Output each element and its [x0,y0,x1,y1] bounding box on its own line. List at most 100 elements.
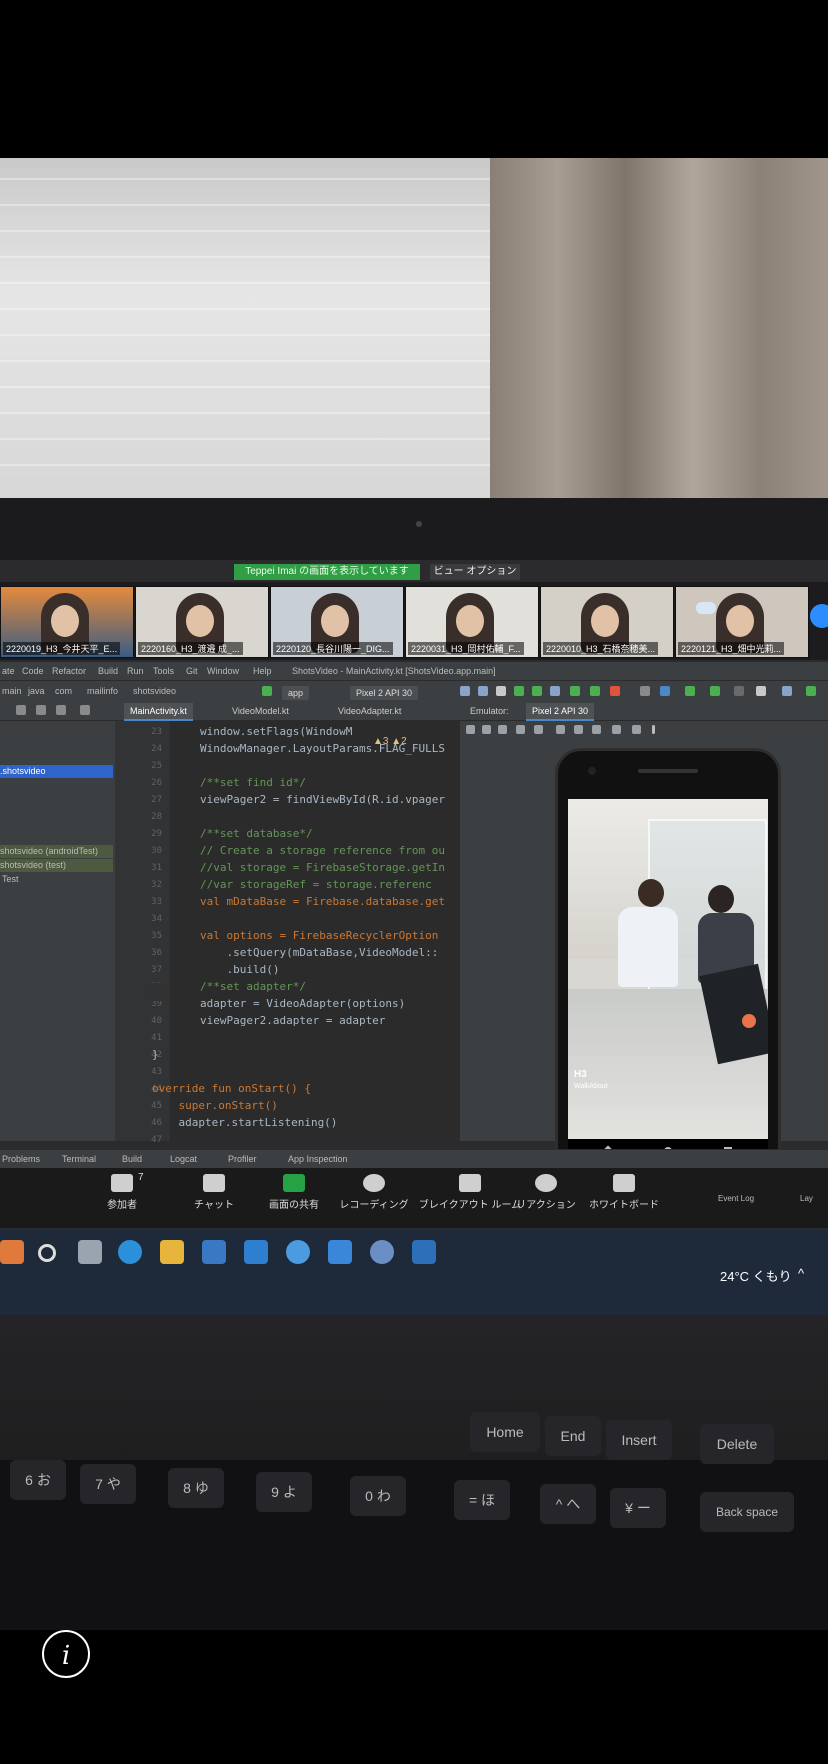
like-icon[interactable] [742,1014,756,1028]
zoom-app-icon[interactable] [328,1240,352,1264]
run-icon[interactable] [514,686,524,696]
overview-icon[interactable] [592,725,601,734]
participant-video-tile[interactable]: 2220160_H3_渡邉 成_... [135,586,269,658]
make-icon[interactable] [262,686,272,696]
layout-inspector-link[interactable]: Lay [800,1194,813,1203]
snapshot-icon[interactable] [632,725,641,734]
menu-item[interactable]: Window [207,666,239,676]
chrome-icon[interactable] [286,1240,310,1264]
gradle-icon[interactable] [590,686,600,696]
participant-video-tile[interactable]: 2220031_H3_岡村佑輔_F... [405,586,539,658]
video-strip: 2220019_H3_今井天平_E... 2220160_H3_渡邉 成_... 2… [0,582,828,660]
rotate-left-icon[interactable] [516,725,525,734]
debug-icon[interactable] [478,686,488,696]
update-icon[interactable] [660,686,670,696]
volume-down-icon[interactable] [498,725,507,734]
breadcrumb[interactable]: com [55,686,72,696]
build-tab[interactable]: Build [122,1154,142,1164]
push-icon[interactable] [710,686,720,696]
profile-icon[interactable] [550,686,560,696]
warning-counter[interactable]: ▲3 ▲2 [373,736,407,747]
android-studio-icon[interactable] [370,1240,394,1264]
refresh-icon[interactable] [460,686,470,696]
reactions-button[interactable]: リアクション [504,1174,588,1211]
weather-text[interactable]: 24°C くもり [720,1266,792,1285]
share-screen-button[interactable]: 画面の共有 [252,1174,336,1211]
device-select[interactable]: Pixel 2 API 30 [350,686,419,700]
event-log-link[interactable]: Event Log [718,1194,754,1203]
menu-item[interactable]: Help [253,666,272,676]
tab-pixel2-emulator[interactable]: Pixel 2 API 30 [526,703,595,721]
project-tree-item[interactable]: .shotsvideo [0,765,113,778]
run-config-select[interactable]: app [282,686,310,700]
app-inspection-tab[interactable]: App Inspection [288,1154,348,1164]
tray-chevron-icon[interactable]: ^ [798,1266,804,1281]
volume-up-icon[interactable] [482,725,491,734]
next-participants-button[interactable] [810,604,828,628]
terminal-tab[interactable]: Terminal [62,1154,96,1164]
profiler-tab[interactable]: Profiler [228,1154,257,1164]
file-explorer-icon[interactable] [160,1240,184,1264]
back-icon[interactable] [556,725,565,734]
breadcrumb[interactable]: main [2,686,22,696]
menu-item[interactable]: Refactor [52,666,86,676]
code-line: //var storageRef = storage.referenc [200,878,432,891]
phone-screen[interactable]: H3 WalkAbout [568,799,768,1139]
history-icon[interactable] [734,686,744,696]
project-tree-item[interactable]: shotsvideo (test) [0,859,113,872]
collapse-icon[interactable] [16,705,26,715]
folder-icon[interactable] [412,1240,436,1264]
participants-button[interactable]: 参加者 [80,1174,164,1211]
power-icon[interactable] [466,725,475,734]
store-icon[interactable] [202,1240,226,1264]
menu-item[interactable]: Code [22,666,44,676]
tab-mainactivity[interactable]: MainActivity.kt [124,703,193,721]
edge-browser-icon[interactable] [118,1240,142,1264]
menu-item[interactable]: Tools [153,666,174,676]
chat-button[interactable]: チャット [172,1174,256,1211]
whiteboard-button[interactable]: ホワイトボード [582,1174,666,1211]
rotate-right-icon[interactable] [534,725,543,734]
breadcrumb[interactable]: java [28,686,45,696]
participant-video-tile[interactable]: 2220019_H3_今井天平_E... [0,586,134,658]
gear-icon[interactable] [80,705,90,715]
sync-icon[interactable] [570,686,580,696]
git-icon[interactable] [640,686,650,696]
start-icon[interactable] [0,1240,24,1264]
menu-item[interactable]: Run [127,666,144,676]
tab-videoadapter[interactable]: VideoAdapter.kt [332,703,407,719]
logcat-tab[interactable]: Logcat [170,1154,197,1164]
search-icon[interactable] [38,1244,56,1262]
menu-item[interactable]: Git [186,666,198,676]
rollback-icon[interactable] [756,686,766,696]
project-tree-item[interactable]: Test [2,873,19,886]
attach-icon[interactable] [496,686,506,696]
task-view-icon[interactable] [78,1240,102,1264]
expand-icon[interactable] [36,705,46,715]
info-button[interactable]: i [42,1630,90,1678]
participant-video-tile[interactable]: 2220010_H3_石橋奈穂美... [540,586,674,658]
code-editor[interactable]: window.setFlags(WindowM WindowManager.Lay… [152,721,460,1141]
breadcrumb[interactable]: shotsvideo [133,686,176,696]
control-label: 画面の共有 [269,1200,319,1211]
view-options-button[interactable]: ビュー オプション ∨ [430,564,520,593]
more-icon[interactable] [652,725,655,734]
participant-video-tile[interactable]: 2220120_長谷川陽一_DIG... [270,586,404,658]
sdk-manager-icon[interactable] [806,686,816,696]
problems-tab[interactable]: Problems [2,1154,40,1164]
menu-item[interactable]: ate [2,666,15,676]
record-button[interactable]: レコーディング [332,1174,416,1211]
project-tree-item[interactable]: shotsvideo (androidTest) [0,845,113,858]
tab-videomodel[interactable]: VideoModel.kt [226,703,295,719]
mail-icon[interactable] [244,1240,268,1264]
stop-icon[interactable] [610,686,620,696]
commit-icon[interactable] [685,686,695,696]
participant-video-tile[interactable]: 2220121_H3_畑中光莉... [675,586,809,658]
device-manager-icon[interactable] [782,686,792,696]
breadcrumb[interactable]: mailinfo [87,686,118,696]
home-icon[interactable] [574,725,583,734]
sort-icon[interactable] [56,705,66,715]
menu-item[interactable]: Build [98,666,118,676]
apply-changes-icon[interactable] [532,686,542,696]
camera-icon[interactable] [612,725,621,734]
